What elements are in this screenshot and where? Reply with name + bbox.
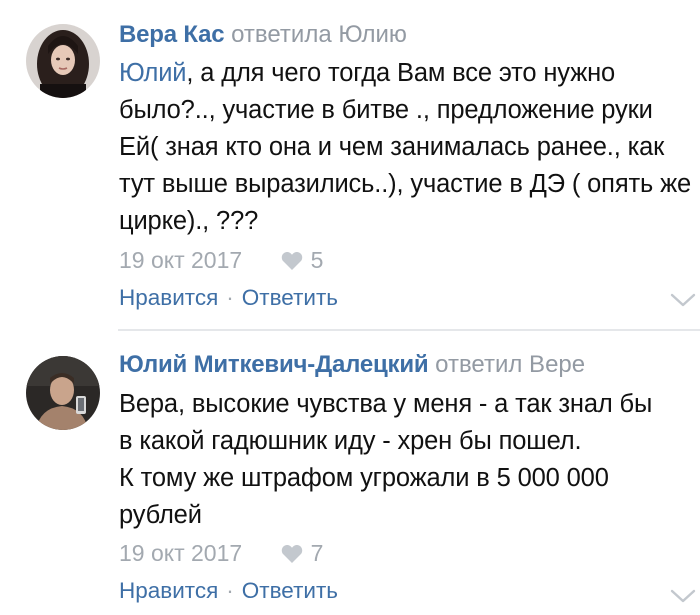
comment-text-line: рублей bbox=[119, 501, 202, 529]
chevron-down-icon[interactable] bbox=[670, 588, 696, 604]
heart-icon bbox=[281, 251, 302, 270]
like-count-group: 7 bbox=[281, 539, 324, 567]
separator-dot: · bbox=[226, 285, 234, 310]
user-avatar-woman-icon bbox=[26, 24, 100, 98]
like-count: 7 bbox=[310, 540, 324, 566]
like-button[interactable]: Нравится bbox=[119, 578, 218, 603]
like-count-group: 5 bbox=[281, 246, 324, 274]
comment-text-line: К тому же штрафом угрожали в 5 000 000 bbox=[119, 464, 609, 492]
like-count: 5 bbox=[310, 247, 324, 273]
author-name[interactable]: Вера Кас bbox=[119, 21, 225, 48]
like-button[interactable]: Нравится bbox=[119, 285, 218, 310]
comment-header: Юлий Миткевич-Далецкий ответил Вере bbox=[119, 350, 585, 380]
comment-actions: Нравится · Ответить bbox=[119, 284, 338, 312]
avatar[interactable] bbox=[26, 356, 100, 430]
comment-text-line: в какой гадюшник иду - хрен бы пошел. bbox=[119, 427, 582, 455]
separator-dot: · bbox=[226, 578, 234, 603]
comment-item: Вера Кас ответила Юлию Юлий, а для чего … bbox=[0, 0, 700, 330]
comment-meta: 19 окт 2017 7 bbox=[119, 539, 323, 567]
comment-item: Юлий Миткевич-Далецкий ответил Вере Вера… bbox=[0, 332, 700, 615]
comment-actions: Нравится · Ответить bbox=[119, 577, 338, 605]
comment-date: 19 окт 2017 bbox=[119, 247, 243, 273]
reply-note[interactable]: ответил Вере bbox=[435, 351, 585, 378]
user-avatar-man-icon bbox=[26, 356, 100, 430]
comment-divider bbox=[118, 329, 700, 331]
comment-text-body: , а для чего тогда Вам все это нужно был… bbox=[119, 59, 692, 235]
author-name[interactable]: Юлий Миткевич-Далецкий bbox=[119, 351, 429, 378]
comment-header: Вера Кас ответила Юлию bbox=[119, 20, 407, 50]
comment-text: Вера, высокие чувства у меня - а так зна… bbox=[119, 386, 694, 534]
reply-button[interactable]: Ответить bbox=[242, 578, 338, 603]
chevron-down-icon[interactable] bbox=[670, 292, 696, 308]
comment-date: 19 окт 2017 bbox=[119, 540, 243, 566]
reply-note[interactable]: ответила Юлию bbox=[231, 21, 407, 48]
comment-text: Юлий, а для чего тогда Вам все это нужно… bbox=[119, 55, 694, 240]
heart-icon bbox=[281, 544, 302, 563]
mention-link[interactable]: Юлий bbox=[119, 59, 187, 87]
comment-text-line: Вера, высокие чувства у меня - а так зна… bbox=[119, 390, 653, 418]
reply-button[interactable]: Ответить bbox=[242, 285, 338, 310]
comment-meta: 19 окт 2017 5 bbox=[119, 246, 323, 274]
avatar[interactable] bbox=[26, 24, 100, 98]
